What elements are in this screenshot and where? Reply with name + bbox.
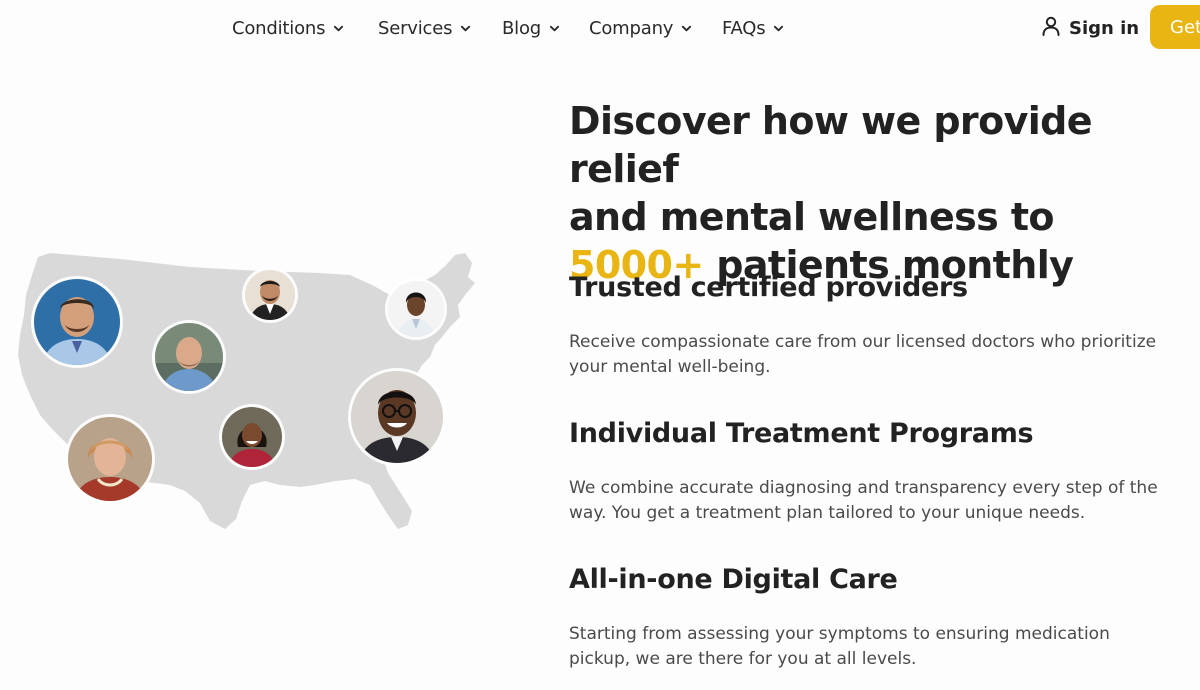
provider-photo-man-suit [245,270,295,320]
nav-item-label: Blog [502,17,541,39]
nav-item-label: Company [589,17,674,39]
nav-item-blog[interactable]: Blog [502,15,560,41]
feature-text-trusted-providers: Receive compassionate care from our lice… [569,332,1157,377]
provider-photo-woman-older [68,417,152,501]
get-started-button[interactable]: Get [1150,5,1200,49]
nav-item-label: Conditions [232,17,326,39]
chevron-down-icon [681,23,692,34]
provider-photo-man-glasses [351,371,443,463]
provider-photo-woman-young [222,407,282,467]
provider-photo-man-bald [155,323,223,391]
provider-photo-woman-white-coat [388,281,444,337]
feature-title-trusted-providers: Trusted certified providers [569,272,968,303]
hero-headline: Discover how we provide relief and menta… [569,97,1189,289]
chevron-down-icon [460,23,471,34]
nav-item-services[interactable]: Services [378,15,471,41]
chevron-down-icon [549,23,560,34]
feature-title-treatment-programs: Individual Treatment Programs [569,418,1034,449]
top-nav: Conditions Services Blog Company FAQs Si… [0,0,1200,56]
nav-item-company[interactable]: Company [589,15,692,41]
feature-text-digital-care: Starting from assessing your symptoms to… [569,624,1110,669]
hero-headline-line2: and mental wellness to [569,195,1055,239]
user-icon [1042,16,1060,41]
sign-in-label: Sign in [1069,17,1140,39]
hero-headline-line1: Discover how we provide relief [569,99,1093,191]
feature-text-treatment-programs: We combine accurate diagnosing and trans… [569,478,1158,523]
chevron-down-icon [773,23,784,34]
nav-item-conditions[interactable]: Conditions [232,15,344,41]
nav-item-faqs[interactable]: FAQs [722,15,784,41]
page: Conditions Services Blog Company FAQs Si… [0,0,1200,690]
nav-item-label: Services [378,17,453,39]
us-map-illustration [10,245,480,540]
chevron-down-icon [333,23,344,34]
nav-item-label: FAQs [722,17,766,39]
sign-in-link[interactable]: Sign in [1042,14,1139,42]
provider-photo-man-blue-shirt [34,279,120,365]
feature-title-digital-care: All-in-one Digital Care [569,564,898,595]
get-started-label: Get [1170,16,1200,38]
